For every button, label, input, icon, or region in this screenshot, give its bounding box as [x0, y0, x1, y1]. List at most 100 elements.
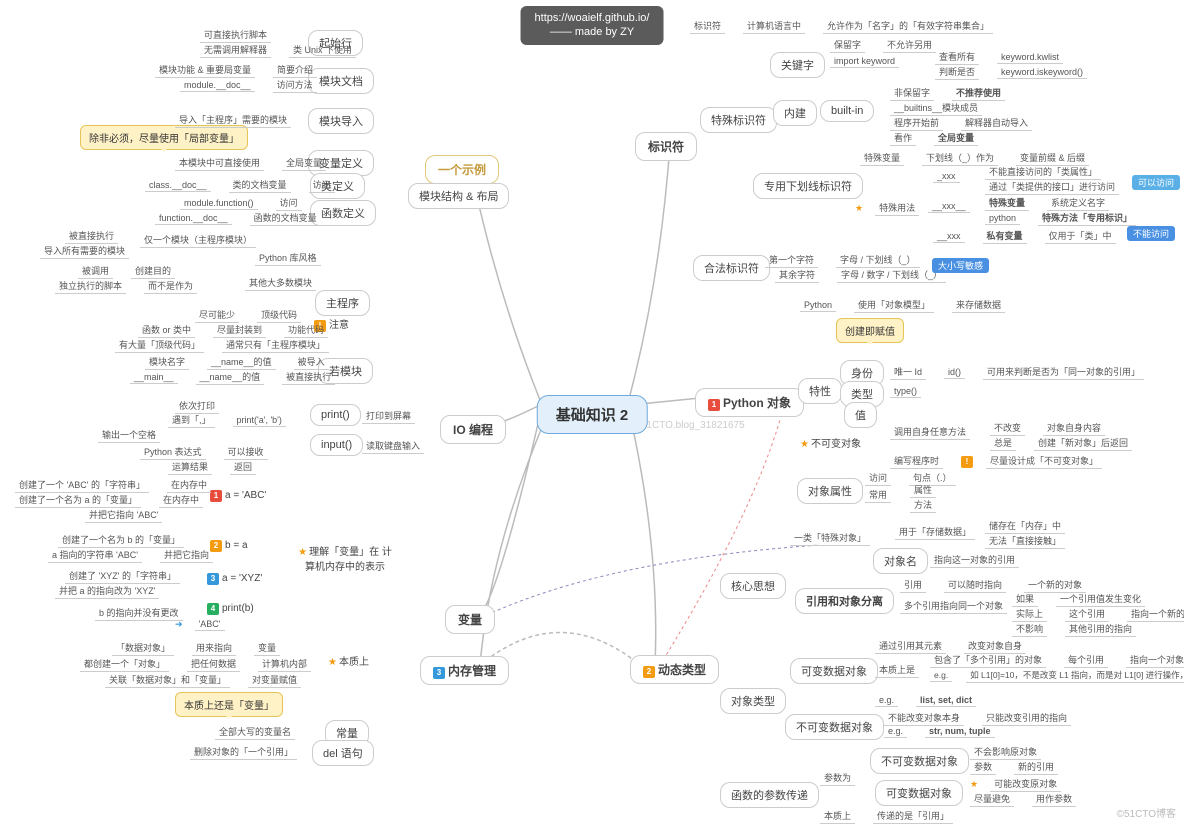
node-ref-obj-sep: 引用和对象分离: [795, 588, 894, 614]
detail: 读取键盘输入: [362, 438, 424, 454]
node-special-id: 特殊标识符: [700, 107, 777, 133]
detail: 常用: [865, 487, 891, 503]
node-val: 值: [844, 402, 877, 428]
detail: 标识符计算机语言中允许作为「名字」的「有效字符串集合」: [690, 18, 993, 34]
detail: __xxx__: [928, 200, 970, 213]
branch-dyn: 2动态类型: [630, 655, 719, 684]
detail: 被直接执行: [65, 228, 118, 244]
node-param-immut: 不可变数据对象: [870, 748, 969, 774]
detail: 不改变对象自身内容: [990, 420, 1105, 436]
detail: python特殊方法「专用标识」: [985, 210, 1136, 226]
detail: 其余字符字母 / 数字 / 下划线（_）: [775, 267, 946, 283]
detail: 保留字不允许另用: [830, 37, 936, 53]
detail: 模块功能 & 重要局变量简要介绍: [155, 62, 317, 78]
detail: 储存在「内存」中: [985, 518, 1065, 534]
detail: 如果一个引用值发生变化: [1012, 591, 1145, 607]
node-var-c: 3a = 'XYZ': [207, 573, 262, 585]
detail: 总是创建「新对象」后返回: [990, 435, 1132, 451]
detail: 全部大写的变量名: [215, 724, 295, 740]
detail: 调用自身任意方法: [890, 424, 970, 440]
detail: 模块名字__name__的值被导入: [145, 354, 329, 370]
detail: 参数为: [820, 770, 855, 786]
detail: module.__doc__访问方法: [180, 77, 317, 93]
detail: __main____name__的值被直接执行: [130, 369, 335, 385]
detail: 尽量避免用作参数: [970, 791, 1076, 807]
detail: 有大量「顶级代码」通常只有「主程序模块」: [115, 337, 329, 353]
detail: 包含了「多个引用」的对象每个引用指向一个对象: [930, 652, 1184, 668]
detail: 非保留字不推荐使用: [890, 85, 1005, 101]
node-param-pass: 函数的参数传递: [720, 782, 819, 808]
detail: 函数 or 类中尽量封装到功能代码: [138, 322, 328, 338]
branch-example: 一个示例: [425, 155, 499, 184]
detail: 不能改变对象本身只能改变引用的指向: [884, 710, 1071, 726]
node-builtin-label: 内建: [773, 100, 817, 126]
detail: 判断是否keyword.iskeyword(): [935, 64, 1087, 80]
detail: 指向这一对象的引用: [930, 552, 1019, 568]
detail: ★特殊用法: [855, 200, 919, 216]
node-immut: ★不可变对象: [800, 435, 861, 450]
detail: 并把 a 的指向改为 'XYZ': [55, 583, 159, 599]
detail: Python使用「对象模型」来存储数据: [800, 297, 1005, 313]
node-input: input(): [310, 434, 363, 456]
detail: 运算结果返回: [168, 459, 256, 475]
detail: 本模块中可直接使用全局变量: [175, 155, 326, 171]
detail: 方法: [910, 497, 936, 513]
detail: import keyword: [830, 55, 899, 68]
detail: 多个引用指向同一个对象: [900, 598, 1007, 614]
node-immutable: 不可变数据对象: [785, 714, 884, 740]
node-builtin: built-in: [820, 100, 874, 122]
detail: function.__doc__函数的文档变量: [155, 210, 321, 226]
detail: 创建了 'XYZ' 的「字符串」: [65, 568, 180, 584]
detail: a 指向的字符串 'ABC'并把它指向: [48, 547, 213, 563]
node-keyword: 关键字: [770, 52, 825, 78]
detail: 「数据对象」用来指向变量: [112, 640, 280, 656]
node-var-essence: ★本质上: [328, 653, 369, 668]
node-core: 核心思想: [720, 573, 786, 599]
detail: 唯一 Idid()可用来判断是否为「同一对象的引用」: [890, 364, 1144, 380]
node-param-mut: 可变数据对象: [875, 780, 963, 806]
branch-var: 变量: [445, 605, 495, 634]
detail: 输出一个空格: [98, 427, 160, 443]
node-otype: 对象类型: [720, 688, 786, 714]
detail: 打印到屏幕: [362, 408, 415, 424]
node-var-a: 1a = 'ABC': [210, 490, 266, 502]
detail: 第一个字符字母 / 下划线（_）: [765, 252, 920, 268]
tag-case: 大小写敏感: [932, 258, 989, 273]
tag-access: 可以访问: [1132, 175, 1180, 190]
detail: 不影响其他引用的指向: [1012, 621, 1136, 637]
tag-noaccess: 不能访问: [1127, 226, 1175, 241]
detail: 无需调用解释器类 Unix 下使用: [200, 42, 356, 58]
detail: 用于「存储数据」: [895, 524, 975, 540]
branch-pyobj: 1Python 对象: [695, 388, 804, 417]
branch-io: IO 编程: [440, 415, 506, 444]
detail: 遇到「,」print('a', 'b'): [168, 412, 286, 428]
node-underscore: 专用下划线标识符: [753, 173, 863, 199]
footer: ©51CTO博客: [1117, 805, 1176, 820]
detail: 独立执行的脚本而不是作为: [55, 278, 197, 294]
detail: 导入「主程序」需要的模块: [175, 112, 291, 128]
detail: 编写程序时!尽量设计成「不可变对象」: [890, 453, 1102, 469]
callout-local-var: 除非必须，尽量使用「局部变量」: [80, 125, 248, 150]
detail: __builtins__模块成员: [890, 100, 982, 116]
node-var-d: 4print(b): [207, 603, 254, 615]
node-main-prog: 主程序: [315, 290, 370, 316]
detail: ★可能改变原对象: [970, 776, 1061, 792]
node-objname: 对象名: [873, 548, 928, 574]
branch-mem: 3内存管理: [420, 656, 509, 685]
detail: 并把它指向 'ABC': [85, 507, 162, 523]
detail: 删除对象的「一个引用」: [190, 744, 297, 760]
branch-example-sub: 模块结构 & 布局: [408, 183, 509, 209]
detail: Python 表达式可以接收: [140, 444, 268, 460]
detail: 创建了一个名为 a 的「变量」在内存中: [15, 492, 203, 508]
detail: e.g.str, num, tuple: [884, 725, 995, 738]
detail: 参数新的引用: [970, 759, 1058, 775]
node-attr: 特性: [798, 378, 842, 404]
detail: 关联「数据对象」和「变量」对变量赋值: [105, 672, 301, 688]
detail: 仅一个模块（主程序模块）: [140, 232, 256, 248]
detail: 可直接执行脚本: [200, 27, 271, 43]
detail: 导入所有需要的模块: [40, 243, 129, 259]
detail: 创建了一个名为 b 的「变量」: [58, 532, 184, 548]
detail: 一类「特殊对象」: [790, 530, 870, 546]
detail: 尽可能少顶级代码: [195, 307, 301, 323]
detail: b 的指向并没有更改: [95, 605, 183, 621]
